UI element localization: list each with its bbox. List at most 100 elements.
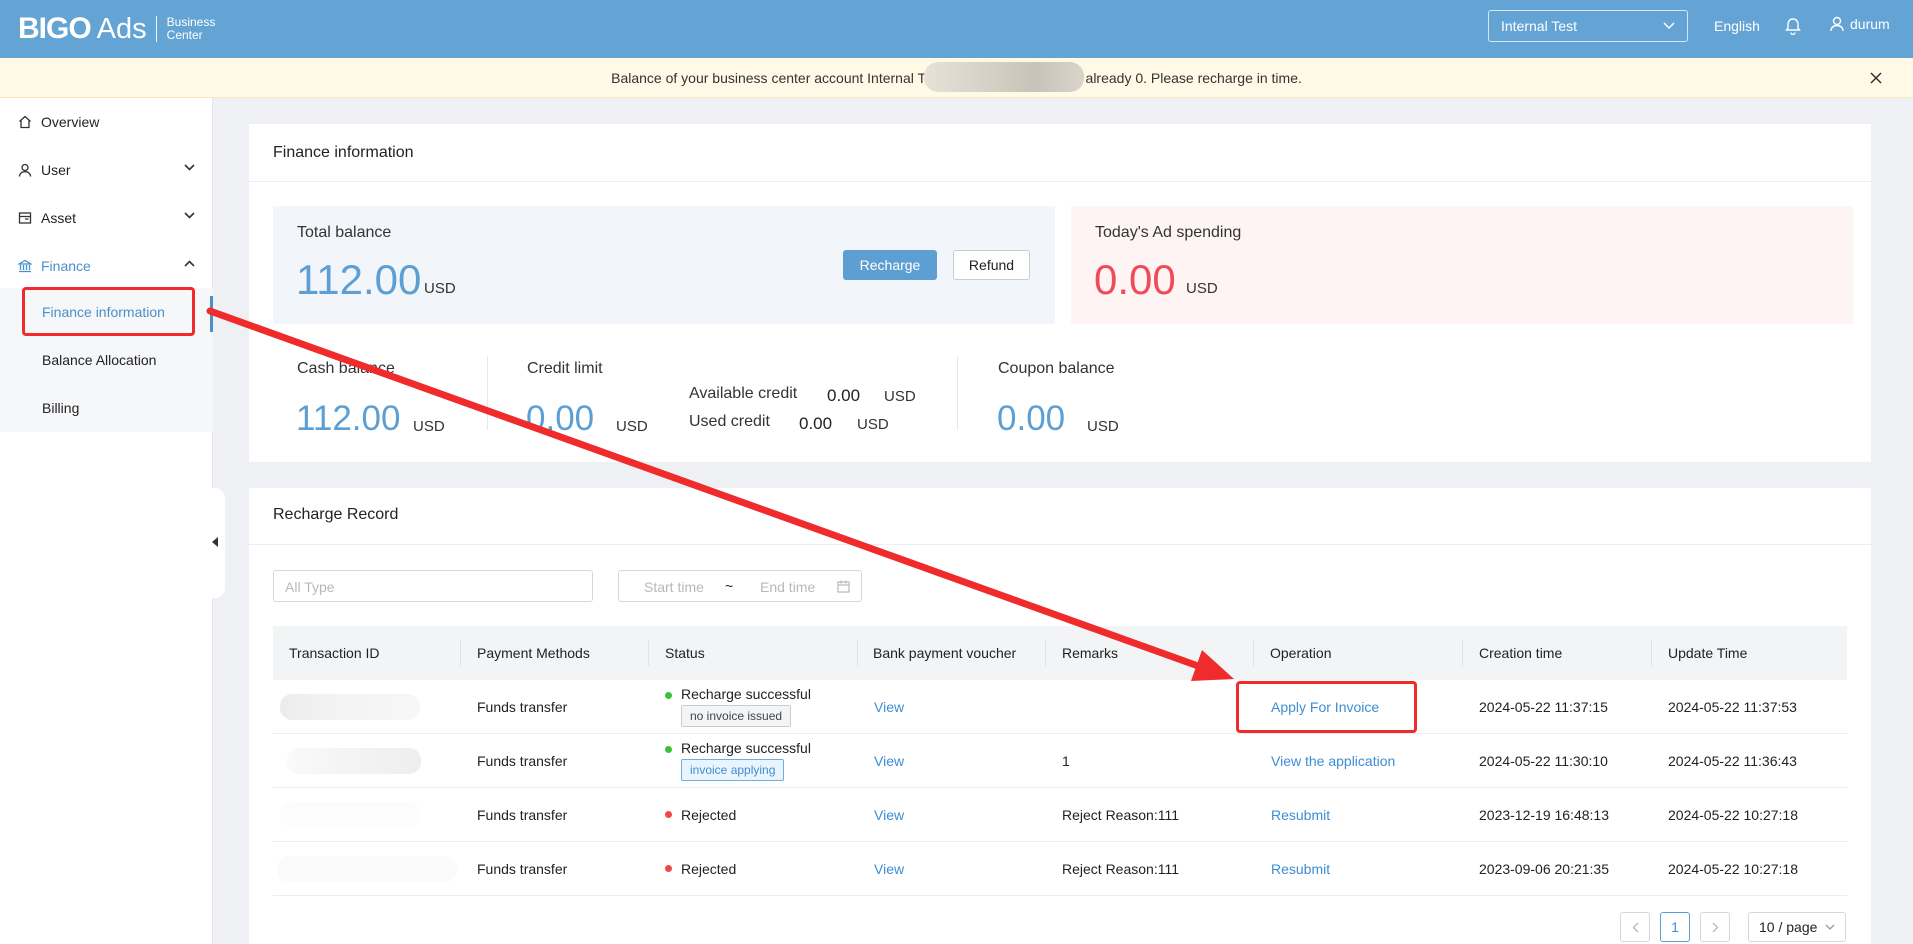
used-credit-unit: USD (857, 416, 889, 433)
status-dot (665, 865, 672, 872)
view-voucher-link[interactable]: View (874, 807, 904, 823)
column-header: Status (665, 645, 705, 661)
caret-left-icon (212, 537, 218, 547)
resubmit-link[interactable]: Resubmit (1271, 807, 1330, 823)
page-number-button[interactable]: 1 (1660, 912, 1690, 942)
card-divider (249, 544, 1871, 545)
user-icon (18, 163, 32, 177)
total-balance-label: Total balance (297, 224, 392, 241)
table-row: Funds transfer Recharge successful no in… (273, 680, 1847, 734)
remarks: Reject Reason:111 (1062, 861, 1179, 877)
prev-page-button[interactable] (1620, 912, 1650, 942)
chevron-down-icon (184, 212, 195, 219)
sidebar-item-label: User (41, 162, 71, 178)
top-bar: BIGO Ads Business Center Internal Test E… (0, 0, 1913, 58)
sidebar-item-asset[interactable]: Asset (0, 194, 213, 242)
language-switch[interactable]: English (1714, 18, 1760, 34)
creation-time: 2023-12-19 16:48:13 (1479, 807, 1609, 823)
view-application-link[interactable]: View the application (1271, 753, 1395, 769)
update-time: 2024-05-22 10:27:18 (1668, 861, 1798, 877)
available-credit-value: 0.00 (827, 386, 861, 405)
chevron-right-icon (1712, 922, 1718, 932)
bell-icon[interactable] (1784, 17, 1802, 35)
available-credit-label: Available credit (689, 385, 798, 402)
column-separator (648, 640, 649, 666)
calendar-icon (837, 580, 850, 593)
user-icon (1830, 16, 1844, 32)
bigo-ads-logo[interactable]: BIGO Ads Business Center (18, 12, 215, 46)
view-voucher-link[interactable]: View (874, 699, 904, 715)
end-time-input[interactable]: End time (760, 579, 815, 595)
balance-separator (487, 356, 488, 430)
table-row: Funds transfer Rejected View Reject Reas… (273, 788, 1847, 842)
type-select[interactable]: All Type (273, 570, 593, 602)
logo-bigo-text: BIGO (18, 12, 92, 45)
table-header: Transaction ID Payment Methods Status Ba… (273, 626, 1847, 680)
column-header: Transaction ID (289, 645, 380, 661)
remarks: 1 (1062, 753, 1070, 769)
redacted-transaction-id (280, 694, 420, 720)
status-text: Rejected (681, 807, 737, 823)
view-voucher-link[interactable]: View (874, 861, 904, 877)
resubmit-link[interactable]: Resubmit (1271, 861, 1330, 877)
logo-ads-text: Ads (96, 12, 147, 45)
chevron-up-icon (184, 260, 195, 267)
logo-business-center: Business Center (167, 16, 216, 42)
cash-balance-label: Cash balance (297, 360, 395, 377)
redacted-transaction-id (287, 748, 421, 774)
username: durum (1850, 16, 1890, 32)
ad-spending-label: Today's Ad spending (1095, 224, 1242, 241)
logo-bc-line2: Center (166, 28, 203, 42)
sidebar-collapse-toggle[interactable] (207, 488, 225, 598)
table-row: Funds transfer Rejected View Reject Reas… (273, 842, 1847, 896)
credit-limit-unit: USD (616, 418, 648, 435)
date-range-picker[interactable]: Start time ~ End time (618, 570, 862, 602)
coupon-balance-value: 0.00 (997, 399, 1066, 438)
annotation-highlight-box (22, 287, 195, 336)
recharge-button[interactable]: Recharge (843, 250, 937, 280)
sidebar-item-billing[interactable]: Billing (0, 384, 213, 432)
close-icon[interactable] (1868, 70, 1884, 86)
coupon-balance-unit: USD (1087, 418, 1119, 435)
start-time-input[interactable]: Start time (644, 579, 704, 595)
status-text: Recharge successful (681, 686, 811, 702)
sidebar: Overview User Asset Finance Finance info… (0, 98, 213, 944)
total-balance-panel: Total balance 112.00 USD Recharge Refund (273, 206, 1055, 324)
user-menu[interactable]: durum (1830, 16, 1890, 32)
column-header: Creation time (1479, 645, 1563, 661)
credit-limit-label: Credit limit (527, 360, 603, 377)
chevron-left-icon (1632, 922, 1638, 932)
account-select[interactable]: Internal Test (1488, 10, 1688, 42)
update-time: 2024-05-22 11:37:53 (1668, 699, 1797, 715)
refund-button[interactable]: Refund (953, 250, 1030, 280)
asset-icon (18, 212, 32, 224)
ad-spending-value: 0.00 (1094, 256, 1176, 303)
view-voucher-link[interactable]: View (874, 753, 904, 769)
used-credit-label: Used credit (689, 413, 770, 430)
sidebar-item-label: Finance (41, 258, 91, 274)
sidebar-item-finance[interactable]: Finance (0, 242, 213, 290)
chevron-down-icon (184, 164, 195, 171)
sidebar-item-balance-allocation[interactable]: Balance Allocation (0, 336, 213, 384)
invoice-status-tag: no invoice issued (681, 705, 792, 727)
recharge-record-title: Recharge Record (273, 506, 399, 523)
next-page-button[interactable] (1700, 912, 1730, 942)
total-balance-value: 112.00 (296, 256, 422, 303)
table-row: Funds transfer Recharge successful invoi… (273, 734, 1847, 788)
page-size-value: 10 / page (1759, 919, 1818, 935)
column-header: Update Time (1668, 645, 1748, 661)
balance-separator (957, 356, 958, 430)
payment-method: Funds transfer (477, 753, 568, 769)
sidebar-item-label: Asset (41, 210, 77, 226)
payment-method: Funds transfer (477, 807, 568, 823)
creation-time: 2024-05-22 11:37:15 (1479, 699, 1608, 715)
sidebar-item-user[interactable]: User (0, 146, 213, 194)
cash-balance-unit: USD (413, 418, 445, 435)
sidebar-item-overview[interactable]: Overview (0, 98, 213, 146)
page-size-select[interactable]: 10 / page (1748, 912, 1846, 942)
coupon-balance-label: Coupon balance (998, 360, 1115, 377)
column-separator (460, 640, 461, 666)
account-select-value: Internal Test (1501, 18, 1578, 34)
column-separator (1651, 640, 1652, 666)
redacted-transaction-id (280, 802, 420, 828)
